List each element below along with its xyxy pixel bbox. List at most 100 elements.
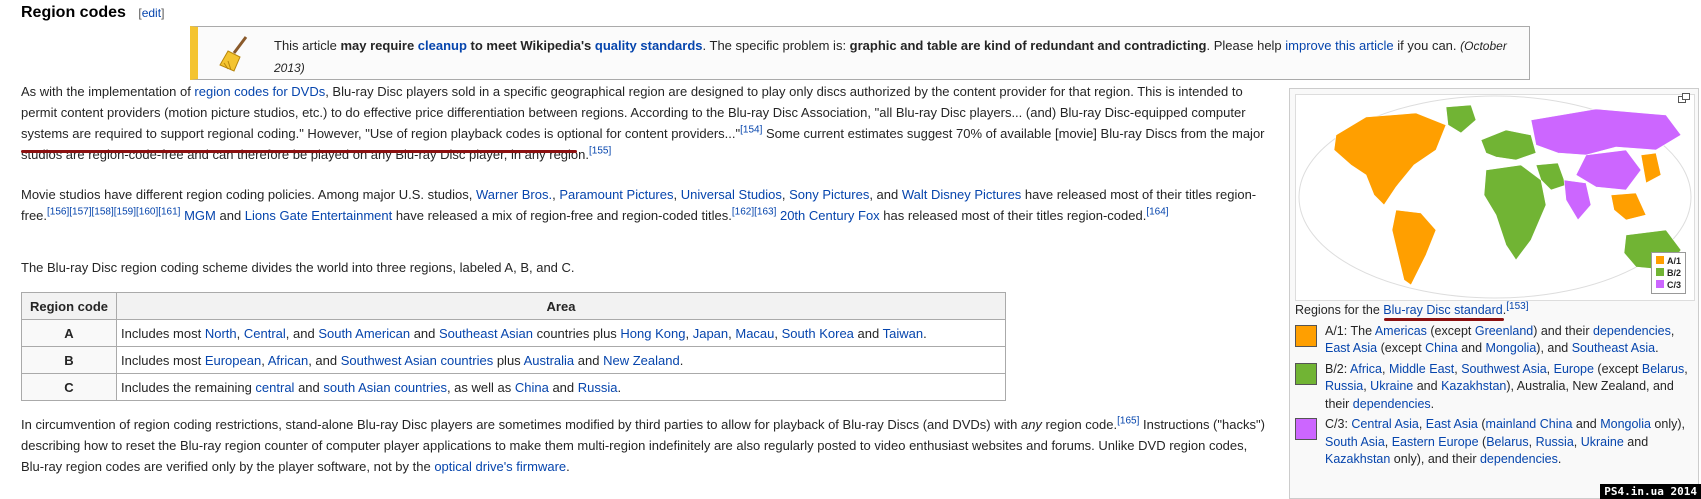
swatch-a-icon xyxy=(1655,256,1664,264)
link-central[interactable]: Central xyxy=(244,326,286,341)
red-underline-annotation xyxy=(21,150,577,153)
link-southeast-asia[interactable]: Southeast Asia xyxy=(1572,341,1655,355)
link-africa[interactable]: Africa xyxy=(1350,362,1382,376)
cleanup-link[interactable]: cleanup xyxy=(418,38,467,53)
link-bluray-standard[interactable]: Blu-ray Disc standard xyxy=(1383,303,1503,317)
map-legend-entry: C/3 xyxy=(1655,279,1681,291)
link-european[interactable]: European xyxy=(205,353,261,368)
link-greenland[interactable]: Greenland xyxy=(1475,324,1533,338)
link-central-asia[interactable]: Central Asia xyxy=(1351,417,1418,431)
section-title: Region codes xyxy=(21,4,126,21)
link-southwest-asian[interactable]: Southwest Asian countries xyxy=(341,353,493,368)
link-china-a[interactable]: China xyxy=(1425,341,1458,355)
link-african[interactable]: African xyxy=(268,353,308,368)
ref-153[interactable]: [153] xyxy=(1506,301,1528,312)
link-eastern-europe[interactable]: Eastern Europe xyxy=(1392,435,1479,449)
link-kazakhstan-b[interactable]: Kazakhstan xyxy=(1441,379,1506,393)
link-mgm[interactable]: MGM xyxy=(184,208,216,223)
cleanup-notice: This article may require cleanup to meet… xyxy=(190,26,1530,80)
link-hong-kong[interactable]: Hong Kong xyxy=(620,326,685,341)
region-b-swatch-icon xyxy=(1295,362,1317,385)
map-thumbnail: A/1 B/2 C/3 Regions for the Blu-ray Disc… xyxy=(1289,88,1699,499)
link-americas[interactable]: Americas xyxy=(1375,324,1427,338)
link-russia-c[interactable]: Russia xyxy=(1536,435,1574,449)
region-a-swatch-icon xyxy=(1295,324,1317,347)
link-japan[interactable]: Japan xyxy=(693,326,728,341)
legend-entry-c: C/3: Central Asia, East Asia (mainland C… xyxy=(1295,416,1690,469)
broom-icon xyxy=(219,36,248,72)
ref-155[interactable]: [155] xyxy=(589,146,611,157)
link-sony[interactable]: Sony Pictures xyxy=(789,187,869,202)
link-belarus-b[interactable]: Belarus xyxy=(1642,362,1684,376)
map-legend-entry: A/1 xyxy=(1655,255,1681,267)
link-kazakhstan-c[interactable]: Kazakhstan xyxy=(1325,452,1390,466)
link-north[interactable]: North xyxy=(205,326,237,341)
section-heading: Region codes [edit] xyxy=(21,4,164,22)
link-ukraine-b[interactable]: Ukraine xyxy=(1370,379,1413,393)
link-south-asian[interactable]: south Asian countries xyxy=(323,380,447,395)
link-europe[interactable]: Europe xyxy=(1554,362,1594,376)
link-central-lower[interactable]: central xyxy=(255,380,294,395)
watermark: PS4.in.ua 2014 xyxy=(1600,484,1701,499)
notice-text: This article may require cleanup to meet… xyxy=(274,38,1507,75)
world-map-graphic xyxy=(1298,95,1692,299)
paragraph-2: Movie studios have different region codi… xyxy=(21,187,1257,223)
ref-165[interactable]: [165] xyxy=(1117,416,1139,427)
link-southwest-asia[interactable]: Southwest Asia xyxy=(1461,362,1546,376)
link-warner-bros[interactable]: Warner Bros. xyxy=(476,187,552,202)
link-dependencies-a[interactable]: dependencies xyxy=(1593,324,1671,338)
link-20th-century-fox[interactable]: 20th Century Fox xyxy=(780,208,880,223)
area-cell: Includes most European, African, and Sou… xyxy=(116,346,1006,374)
region-c-swatch-icon xyxy=(1295,418,1317,440)
improve-article-link[interactable]: improve this article xyxy=(1285,38,1393,53)
link-region-codes-dvds[interactable]: region codes for DVDs xyxy=(194,84,325,99)
link-southeast-asian[interactable]: Southeast Asian xyxy=(439,326,533,341)
link-ukraine-c[interactable]: Ukraine xyxy=(1581,435,1624,449)
link-south-asia[interactable]: South Asia xyxy=(1325,435,1385,449)
link-russia[interactable]: Russia xyxy=(578,380,618,395)
edit-link-wrapper: [edit] xyxy=(138,6,165,20)
link-east-asia-a[interactable]: East Asia xyxy=(1325,341,1377,355)
refs-156-161[interactable]: [156][157][158][159][160][161] xyxy=(47,207,180,218)
swatch-b-icon xyxy=(1655,268,1664,276)
ref-164[interactable]: [164] xyxy=(1146,207,1168,218)
link-south-american[interactable]: South American xyxy=(318,326,410,341)
link-east-asia-c[interactable]: East Asia xyxy=(1426,417,1478,431)
link-mongolia-c[interactable]: Mongolia xyxy=(1600,417,1651,431)
quality-standards-link[interactable]: quality standards xyxy=(595,38,703,53)
link-paramount[interactable]: Paramount Pictures xyxy=(559,187,673,202)
link-mainland-china[interactable]: mainland China xyxy=(1486,417,1573,431)
link-mongolia-a[interactable]: Mongolia xyxy=(1486,341,1537,355)
refs-162-163[interactable]: [162][163] xyxy=(732,207,776,218)
edit-link[interactable]: edit xyxy=(142,6,161,20)
map-legend: A/1 B/2 C/3 xyxy=(1650,252,1686,294)
link-china[interactable]: China xyxy=(515,380,549,395)
enlarge-icon[interactable] xyxy=(1678,93,1690,103)
link-south-korea[interactable]: South Korea xyxy=(782,326,854,341)
link-lions-gate[interactable]: Lions Gate Entertainment xyxy=(245,208,392,223)
ref-154[interactable]: [154] xyxy=(740,125,762,136)
region-code-cell: B xyxy=(21,346,117,374)
region-map-image[interactable]: A/1 B/2 C/3 xyxy=(1295,94,1695,301)
link-belarus-c[interactable]: Belarus xyxy=(1486,435,1528,449)
link-disney[interactable]: Walt Disney Pictures xyxy=(902,187,1021,202)
link-new-zealand[interactable]: New Zealand xyxy=(603,353,680,368)
table-header-row: Region code Area xyxy=(21,292,1006,320)
legend-entry-b: B/2: Africa, Middle East, Southwest Asia… xyxy=(1295,361,1690,414)
link-universal[interactable]: Universal Studios xyxy=(681,187,782,202)
region-code-cell: C xyxy=(21,373,117,401)
link-middle-east[interactable]: Middle East xyxy=(1389,362,1454,376)
link-optical-drive-firmware[interactable]: optical drive's firmware xyxy=(434,459,566,474)
link-macau[interactable]: Macau xyxy=(735,326,774,341)
red-underline-caption xyxy=(1384,318,1504,321)
region-code-cell: A xyxy=(21,319,117,347)
map-legend-entry: B/2 xyxy=(1655,267,1681,279)
area-cell: Includes the remaining central and south… xyxy=(116,373,1006,401)
link-dependencies-b[interactable]: dependencies xyxy=(1353,397,1431,411)
legend-entry-a: A/1: The Americas (except Greenland) and… xyxy=(1295,323,1690,358)
link-taiwan[interactable]: Taiwan xyxy=(883,326,923,341)
link-australia[interactable]: Australia xyxy=(524,353,575,368)
link-russia-b[interactable]: Russia xyxy=(1325,379,1363,393)
header-area: Area xyxy=(116,292,1006,320)
link-dependencies-c[interactable]: dependencies xyxy=(1480,452,1558,466)
